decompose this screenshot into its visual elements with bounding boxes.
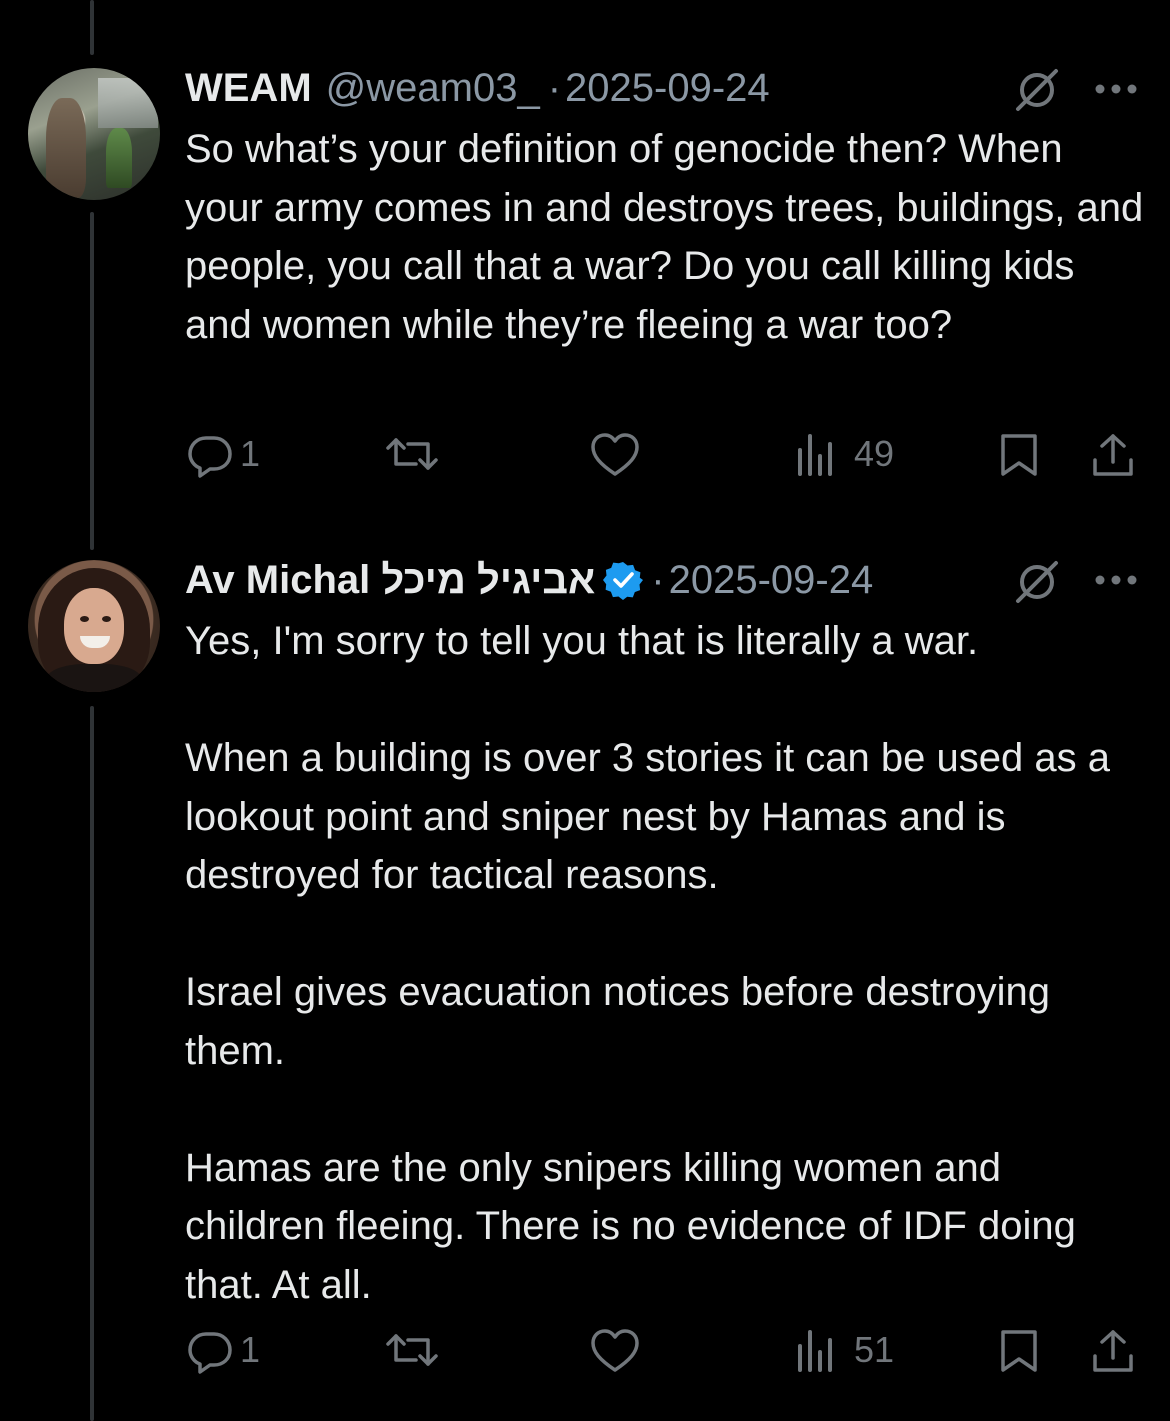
verified-badge-icon xyxy=(603,562,644,600)
view-count: 49 xyxy=(854,433,895,474)
retweet-icon xyxy=(386,438,438,470)
like-button[interactable] xyxy=(590,432,640,478)
display-name[interactable]: WEAM xyxy=(185,66,312,111)
like-button[interactable] xyxy=(590,1328,640,1374)
bookmark-icon xyxy=(1001,434,1037,476)
reply-icon xyxy=(188,1332,232,1374)
retweet-icon xyxy=(386,1334,438,1366)
grok-icon[interactable] xyxy=(1014,558,1060,604)
tweet-date[interactable]: 2025-09-24 xyxy=(669,558,874,603)
avatar[interactable] xyxy=(28,68,160,200)
thread-line-bottom xyxy=(90,706,94,1421)
views-button[interactable]: 51 xyxy=(796,1326,894,1374)
more-options-icon[interactable] xyxy=(1094,574,1138,586)
retweet-button[interactable] xyxy=(384,430,440,478)
bookmark-button[interactable] xyxy=(998,1328,1040,1374)
separator-dot: · xyxy=(651,557,665,602)
retweet-button[interactable] xyxy=(384,1326,440,1374)
heart-icon xyxy=(591,433,639,476)
thread-line-middle xyxy=(90,212,94,550)
view-count: 51 xyxy=(854,1329,895,1370)
separator-dot: · xyxy=(547,65,562,110)
tweet-date[interactable]: 2025-09-24 xyxy=(565,66,770,111)
heart-icon xyxy=(591,1329,639,1372)
bookmark-button[interactable] xyxy=(998,432,1040,478)
avatar[interactable] xyxy=(28,560,160,692)
action-bar: 1 49 xyxy=(0,430,1170,490)
grok-icon[interactable] xyxy=(1014,66,1060,112)
reply-count: 1 xyxy=(240,433,261,474)
reply-button[interactable]: 1 xyxy=(186,1326,260,1374)
reply-count: 1 xyxy=(240,1329,261,1370)
share-icon xyxy=(1093,1330,1133,1372)
views-button[interactable]: 49 xyxy=(796,430,894,478)
reply-icon xyxy=(188,436,232,478)
tweet-header: Av Michal אביגיל מיכל · 2025-09-24 xyxy=(185,556,873,604)
display-name[interactable]: Av Michal אביגיל מיכל xyxy=(185,558,595,603)
tweet-text: So what’s your definition of genocide th… xyxy=(185,127,1155,347)
share-button[interactable] xyxy=(1090,432,1136,478)
thread-line-top xyxy=(90,0,94,55)
views-icon xyxy=(798,1330,832,1372)
more-options-icon[interactable] xyxy=(1094,83,1138,95)
action-bar: 1 51 xyxy=(0,1326,1170,1386)
reply-button[interactable]: 1 xyxy=(186,430,260,478)
share-icon xyxy=(1093,434,1133,476)
views-icon xyxy=(798,434,832,476)
user-handle[interactable]: @weam03_ xyxy=(326,66,540,111)
share-button[interactable] xyxy=(1090,1328,1136,1374)
tweet-text: Yes, I'm sorry to tell you that is liter… xyxy=(185,619,1110,1307)
tweet-header: WEAM @weam03_ · 2025-09-24 xyxy=(185,64,770,112)
bookmark-icon xyxy=(1001,1330,1037,1372)
